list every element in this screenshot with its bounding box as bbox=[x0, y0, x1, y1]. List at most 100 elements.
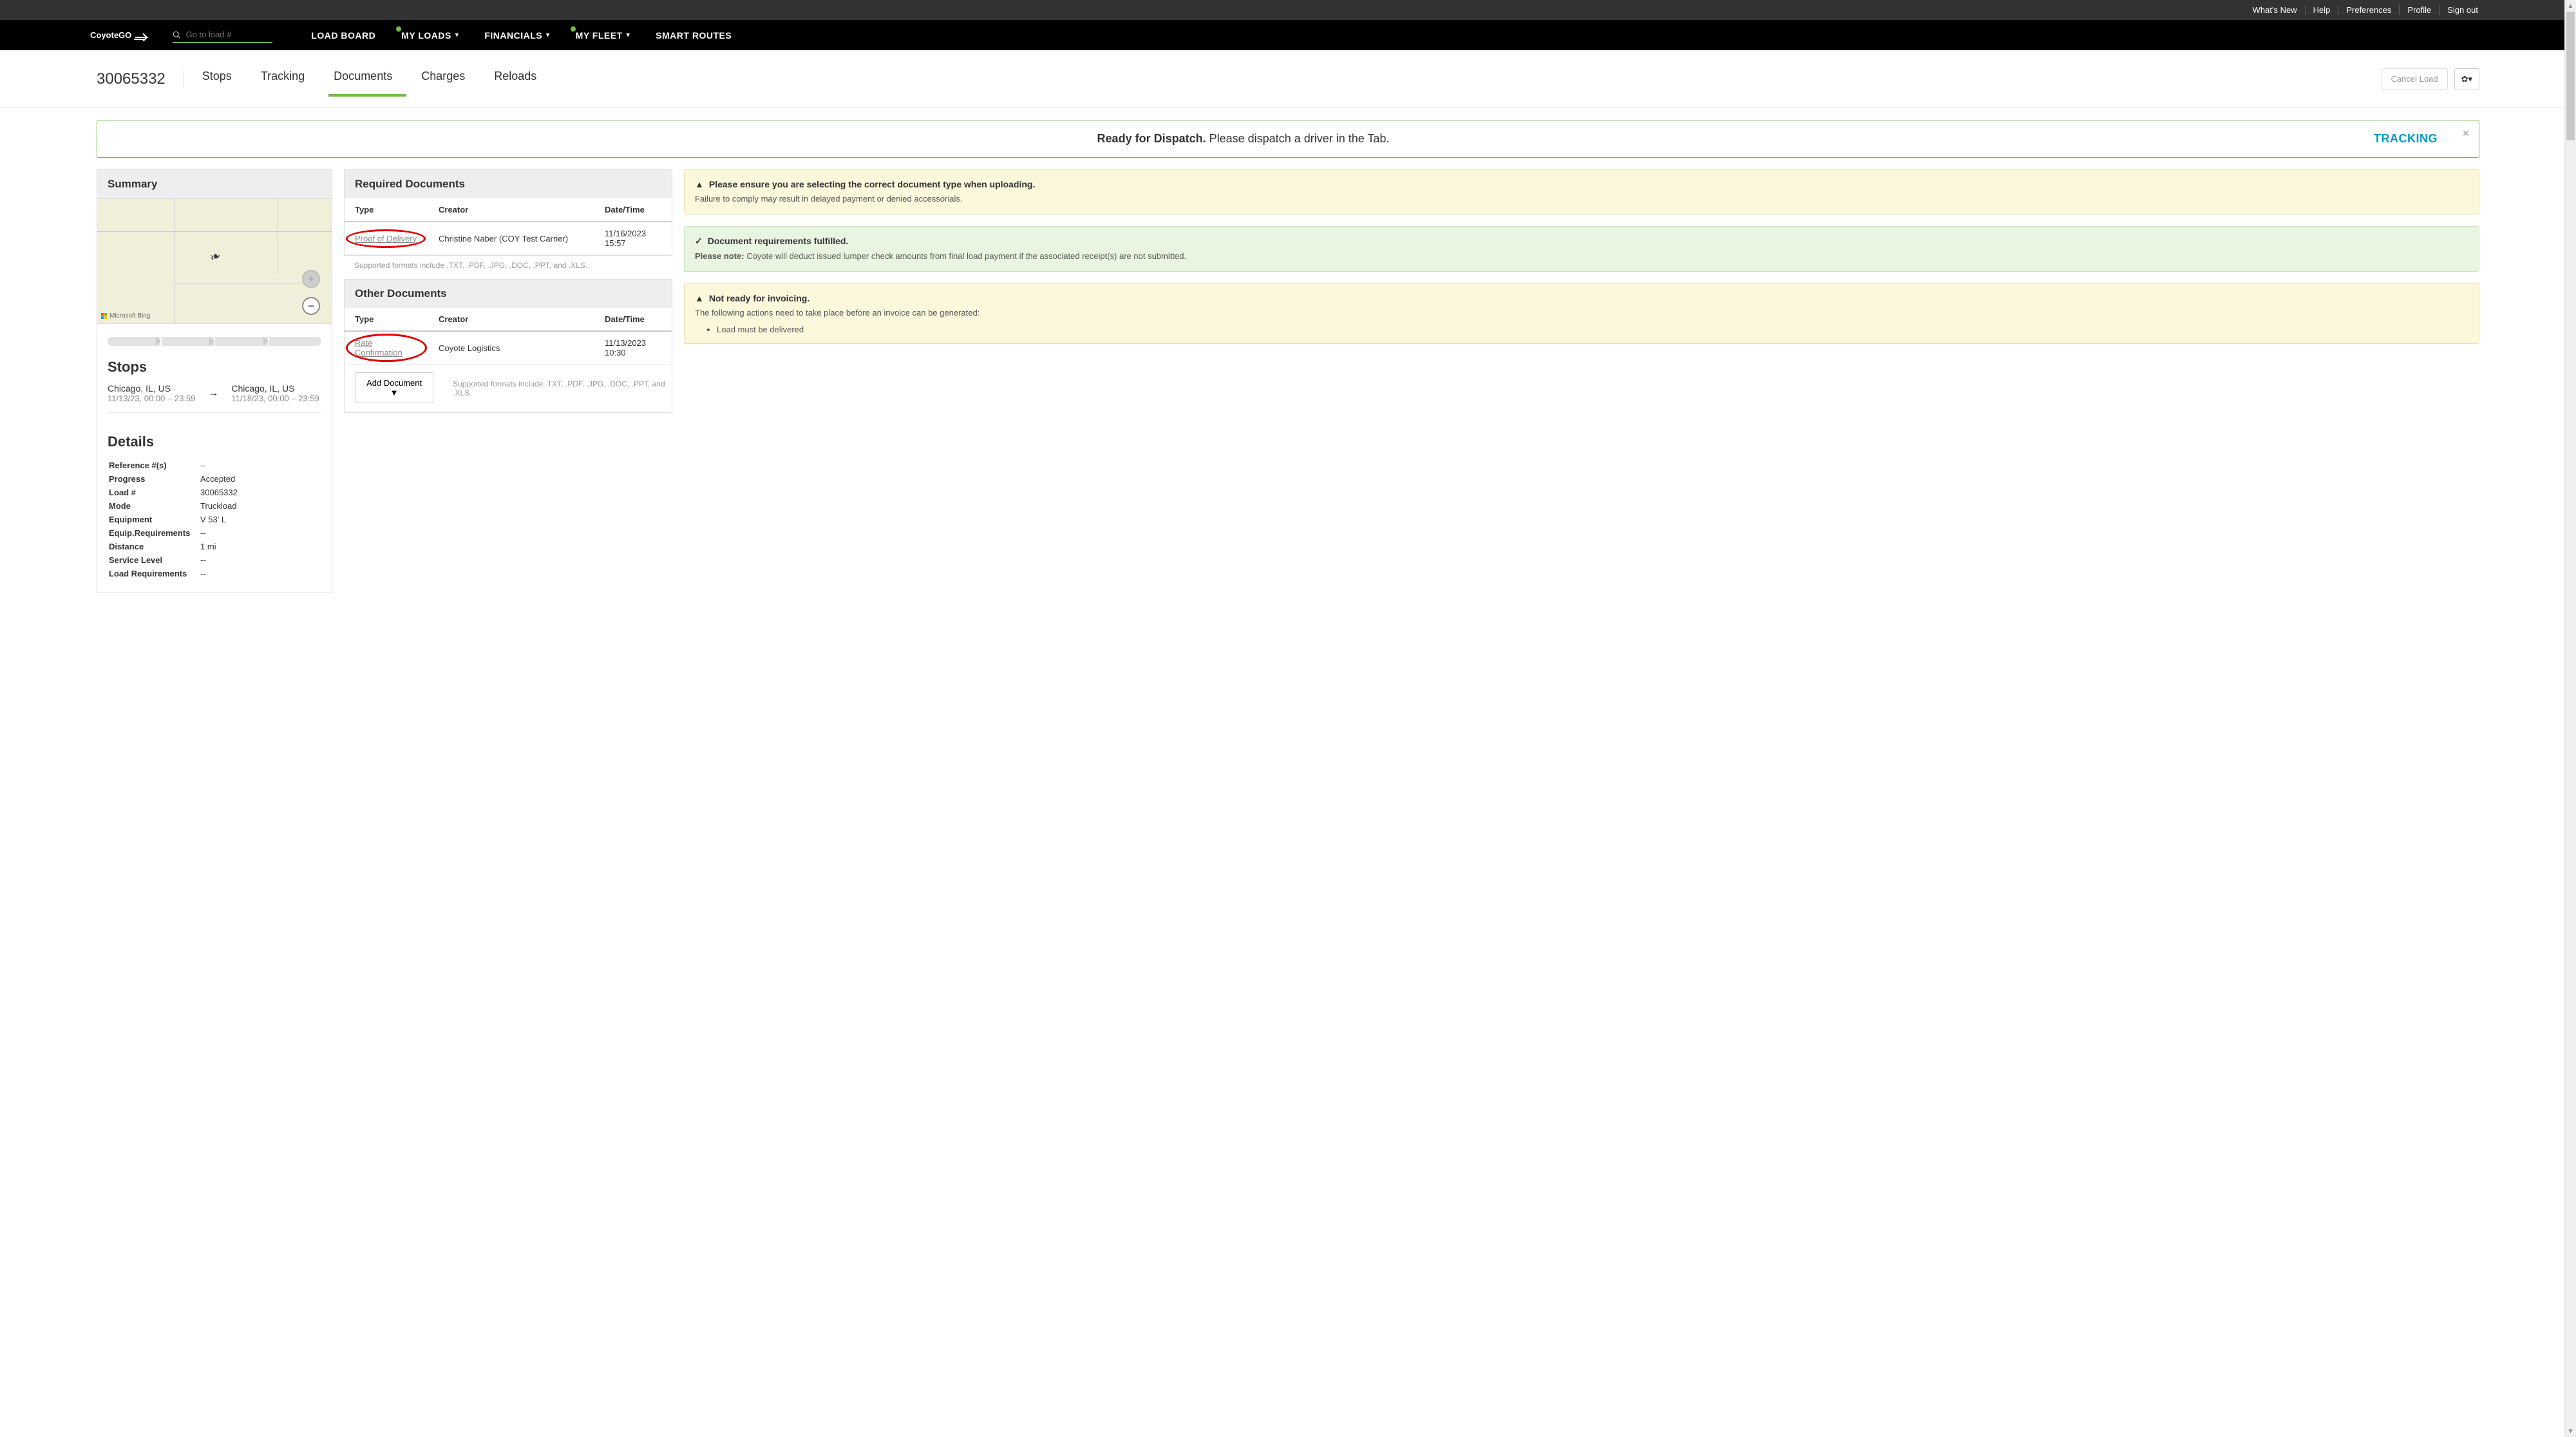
stops-title: Stops bbox=[108, 359, 321, 376]
tab-stops[interactable]: Stops bbox=[202, 63, 232, 95]
detail-row: Load Requirements-- bbox=[109, 567, 320, 580]
required-docs-table: Type Creator Date/Time Proof of Delivery… bbox=[345, 198, 672, 255]
zoom-in-button[interactable]: + bbox=[302, 270, 320, 288]
formats-hint: Supported formats include .TXT, .PDF, .J… bbox=[453, 379, 672, 397]
map[interactable]: ❧ Microsoft Bing + − bbox=[97, 198, 332, 324]
profile-link[interactable]: Profile bbox=[2400, 5, 2439, 15]
table-row: Proof of Delivery Christine Naber (COY T… bbox=[345, 222, 672, 255]
tabs: Stops Tracking Documents Charges Reloads bbox=[202, 63, 537, 95]
dispatch-banner: Ready for Dispatch. Please dispatch a dr… bbox=[97, 120, 2479, 158]
search-input[interactable] bbox=[185, 30, 272, 39]
detail-row: EquipmentV 53' L bbox=[109, 513, 320, 526]
success-notice-docs-fulfilled: ✓Document requirements fulfilled. Please… bbox=[684, 226, 2479, 272]
detail-row: Reference #(s)-- bbox=[109, 459, 320, 471]
details-section: Details Reference #(s)-- ProgressAccepte… bbox=[97, 427, 332, 593]
progress-segment bbox=[269, 337, 322, 346]
doc-datetime: 11/16/2023 15:57 bbox=[594, 222, 672, 255]
tracking-link[interactable]: TRACKING bbox=[2374, 132, 2438, 146]
page-header: 30065332 Stops Tracking Documents Charge… bbox=[0, 50, 2576, 108]
summary-panel: Summary ❧ Microsoft Bing + bbox=[97, 169, 332, 593]
dest-datetime: 11/18/23, 00:00 – 23:59 bbox=[231, 394, 319, 403]
detail-label: Load # bbox=[109, 486, 199, 499]
origin-datetime: 11/13/23, 00:00 – 23:59 bbox=[108, 394, 195, 403]
whats-new-link[interactable]: What's New bbox=[2245, 5, 2306, 15]
proof-of-delivery-link[interactable]: Proof of Delivery bbox=[355, 234, 417, 243]
detail-row: Distance1 mi bbox=[109, 540, 320, 553]
map-credit-text: Microsoft Bing bbox=[109, 312, 150, 319]
nav-my-loads[interactable]: MY LOADS ▾ bbox=[401, 30, 459, 41]
detail-row: Load #30065332 bbox=[109, 486, 320, 499]
origin-stop: Chicago, IL, US 11/13/23, 00:00 – 23:59 bbox=[108, 383, 195, 403]
col-type: Type bbox=[345, 308, 428, 331]
settings-button[interactable]: ✿▾ bbox=[2454, 68, 2479, 90]
bing-icon bbox=[101, 313, 108, 319]
detail-label: Equip.Requirements bbox=[109, 527, 199, 539]
detail-label: Reference #(s) bbox=[109, 459, 199, 471]
nav-load-board[interactable]: LOAD BOARD bbox=[311, 30, 375, 41]
detail-value: -- bbox=[200, 459, 320, 471]
tab-charges[interactable]: Charges bbox=[421, 63, 465, 95]
logo[interactable]: CoyoteGO bbox=[90, 30, 153, 41]
cancel-load-button[interactable]: Cancel Load bbox=[2382, 68, 2448, 90]
search-icon bbox=[173, 30, 180, 39]
summary-column: Summary ❧ Microsoft Bing + bbox=[97, 169, 332, 593]
progress-segment bbox=[215, 337, 268, 346]
detail-value: Accepted bbox=[200, 473, 320, 485]
detail-row: ProgressAccepted bbox=[109, 473, 320, 485]
notice-title: Document requirements fulfilled. bbox=[708, 236, 849, 247]
nav-smart-routes[interactable]: SMART ROUTES bbox=[656, 30, 732, 41]
formats-hint: Supported formats include .TXT, .PDF, .J… bbox=[344, 256, 672, 279]
col-creator: Creator bbox=[428, 308, 594, 331]
chevron-down-icon: ▾ bbox=[455, 32, 459, 39]
detail-label: Mode bbox=[109, 500, 199, 512]
warning-notice-not-ready: ▲Not ready for invoicing. The following … bbox=[684, 283, 2479, 343]
scroll-up-icon[interactable]: ▲ bbox=[2565, 0, 2576, 12]
notice-body: The following actions need to take place… bbox=[695, 307, 2468, 319]
warning-notice-doc-type: ▲Please ensure you are selecting the cor… bbox=[684, 169, 2479, 214]
rate-confirmation-link[interactable]: Rate Confirmation bbox=[355, 338, 418, 357]
arrow-right-icon: → bbox=[208, 388, 218, 399]
tab-tracking[interactable]: Tracking bbox=[261, 63, 305, 95]
notification-dot-icon bbox=[396, 26, 401, 32]
add-document-button[interactable]: Add Document ▼ bbox=[355, 372, 433, 403]
tab-documents[interactable]: Documents bbox=[334, 63, 392, 95]
logo-text: CoyoteGO bbox=[90, 30, 131, 40]
content: Ready for Dispatch. Please dispatch a dr… bbox=[0, 108, 2576, 605]
scroll-thumb[interactable] bbox=[2566, 12, 2575, 140]
detail-value: -- bbox=[200, 554, 320, 566]
gear-icon: ✿ bbox=[2461, 74, 2468, 84]
tab-reloads[interactable]: Reloads bbox=[494, 63, 536, 95]
detail-value: 1 mi bbox=[200, 540, 320, 553]
notice-title: Please ensure you are selecting the corr… bbox=[709, 179, 1035, 189]
search-box[interactable] bbox=[173, 27, 272, 43]
detail-label: Service Level bbox=[109, 554, 199, 566]
close-icon[interactable]: ✕ bbox=[2462, 128, 2470, 139]
progress-segment bbox=[108, 337, 160, 346]
stops-row: Chicago, IL, US 11/13/23, 00:00 – 23:59 … bbox=[108, 383, 321, 413]
help-link[interactable]: Help bbox=[2306, 5, 2339, 15]
dest-stop: Chicago, IL, US 11/18/23, 00:00 – 23:59 bbox=[231, 383, 319, 403]
header-actions: Cancel Load ✿▾ bbox=[2382, 68, 2479, 90]
nav-items: LOAD BOARD MY LOADS ▾ FINANCIALS ▾ MY FL… bbox=[311, 30, 732, 41]
notice-title: Not ready for invoicing. bbox=[709, 293, 810, 303]
load-id: 30065332 bbox=[97, 70, 184, 88]
sign-out-link[interactable]: Sign out bbox=[2439, 5, 2486, 15]
zoom-out-button[interactable]: − bbox=[302, 297, 320, 315]
other-docs-table: Type Creator Date/Time Rate Confirmation… bbox=[345, 308, 672, 365]
nav-financials[interactable]: FINANCIALS ▾ bbox=[484, 30, 549, 41]
scroll-down-icon[interactable]: ▼ bbox=[2565, 1425, 2576, 1437]
scrollbar[interactable]: ▲ ▼ bbox=[2564, 0, 2576, 1437]
banner-text: Ready for Dispatch. Please dispatch a dr… bbox=[113, 132, 2374, 146]
nav-label: FINANCIALS bbox=[484, 30, 542, 41]
col-datetime: Date/Time bbox=[594, 308, 672, 331]
doc-datetime: 11/13/2023 10:30 bbox=[594, 331, 672, 365]
chevron-down-icon: ▾ bbox=[627, 32, 630, 39]
detail-value: -- bbox=[200, 567, 320, 580]
details-title: Details bbox=[108, 433, 321, 450]
detail-value: V 53' L bbox=[200, 513, 320, 526]
preferences-link[interactable]: Preferences bbox=[2338, 5, 2400, 15]
nav-my-fleet[interactable]: MY FLEET ▾ bbox=[576, 30, 630, 41]
nav-label: MY LOADS bbox=[401, 30, 451, 41]
nav-label: MY FLEET bbox=[576, 30, 623, 41]
origin-location: Chicago, IL, US bbox=[108, 383, 195, 394]
